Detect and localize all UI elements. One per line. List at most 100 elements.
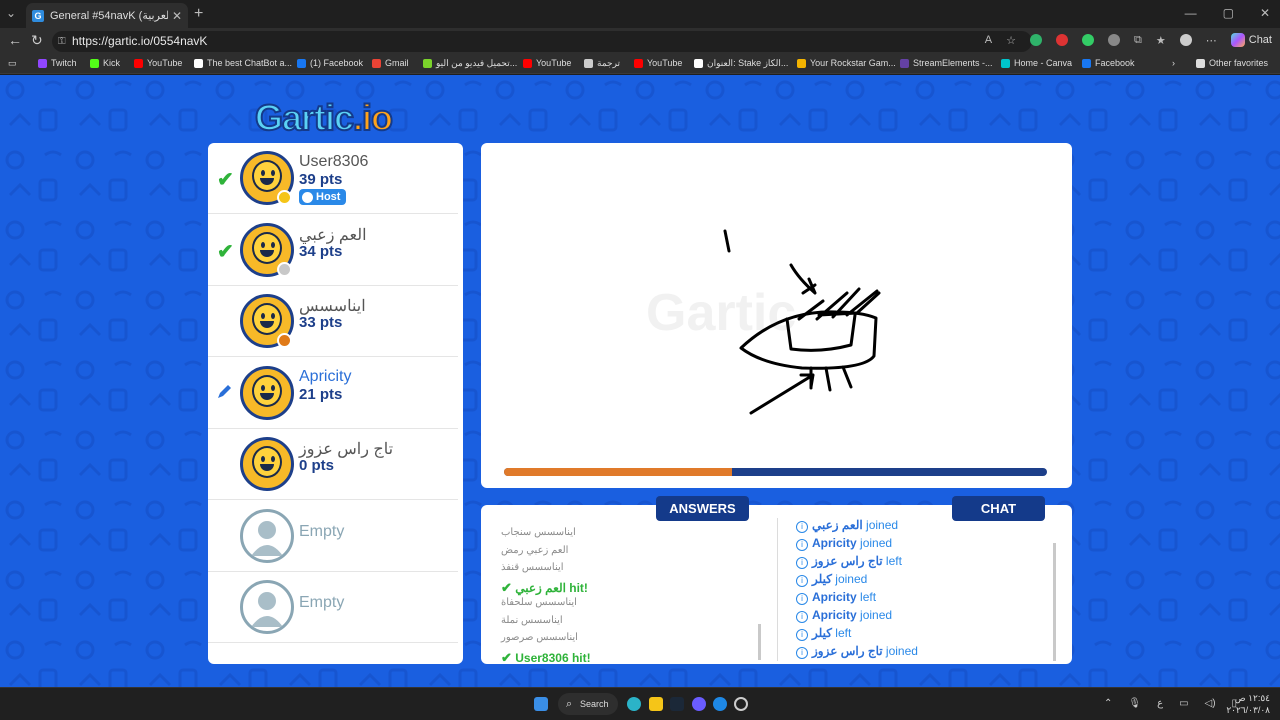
extension-green-icon[interactable] bbox=[1082, 34, 1095, 46]
start-icon[interactable] bbox=[534, 697, 548, 711]
extension-red-icon[interactable] bbox=[1056, 34, 1069, 46]
bookmark-item[interactable]: Gmail bbox=[372, 58, 409, 68]
player-row[interactable]: Empty bbox=[208, 572, 458, 643]
chat-action: joined bbox=[885, 644, 918, 658]
drawing-canvas[interactable]: Gartic bbox=[481, 143, 1072, 488]
bookmark-label: YouTube bbox=[647, 58, 683, 68]
clock[interactable]: ١٢:٥٤ ص ٢٠٢٦/٠٣/٠٨ bbox=[1226, 692, 1270, 716]
more-menu-icon[interactable]: ⋯ bbox=[1206, 34, 1217, 47]
bookmark-item[interactable]: (1) Facebook bbox=[297, 58, 363, 68]
address-toolbar: ← ↻ ⚿ https://gartic.io/0554navK A ☆ ⧉ ★… bbox=[0, 28, 1280, 54]
answer-item: ايناسسس قنفذ bbox=[501, 562, 564, 573]
bookmark-label: Twitch bbox=[51, 58, 77, 68]
extensions-puzzle-icon[interactable]: ⧉ bbox=[1134, 34, 1142, 47]
bookmark-item[interactable]: YouTube bbox=[523, 58, 571, 68]
discord-icon[interactable] bbox=[692, 697, 706, 711]
sidebar-toggle-icon[interactable]: ▭ bbox=[8, 58, 17, 69]
file-explorer-icon[interactable] bbox=[649, 697, 663, 711]
bookmark-item[interactable]: YouTube bbox=[634, 58, 682, 68]
new-tab-button[interactable]: + bbox=[194, 5, 203, 23]
bookmark-label: Your Rockstar Gam... bbox=[810, 58, 896, 68]
answer-text: ايناسسس قنفذ bbox=[501, 562, 564, 573]
bookmark-item[interactable]: Home - Canva bbox=[1001, 58, 1072, 68]
player-points: 0 pts bbox=[299, 457, 335, 474]
panel-divider bbox=[777, 518, 778, 661]
toolbar-icons: A ☆ ⧉ ★ ⋯ Chat bbox=[985, 33, 1272, 47]
bookmark-favicon-icon bbox=[194, 58, 203, 68]
bookmark-item[interactable]: Your Rockstar Gam... bbox=[797, 58, 896, 68]
player-row[interactable]: Empty bbox=[208, 501, 458, 572]
site-info-icon[interactable]: ⚿ bbox=[58, 31, 66, 52]
other-favorites[interactable]: Other favorites bbox=[1195, 58, 1268, 68]
read-aloud-icon[interactable]: A bbox=[985, 34, 992, 46]
url-bar[interactable]: ⚿ https://gartic.io/0554navK bbox=[52, 31, 1032, 52]
answer-item: العم زعبي رمض bbox=[501, 545, 568, 556]
player-row[interactable]: ✔ User8306 39 pts Host bbox=[208, 143, 458, 214]
chat-user: Apricity bbox=[812, 608, 857, 622]
favorite-star-icon[interactable]: ☆ bbox=[1006, 34, 1016, 47]
bookmark-item[interactable]: Twitch bbox=[38, 58, 77, 68]
volume-icon[interactable]: ◁) bbox=[1205, 698, 1216, 709]
edge-icon[interactable] bbox=[627, 697, 641, 711]
close-window-button[interactable]: ✕ bbox=[1260, 6, 1270, 20]
info-icon: i bbox=[796, 593, 808, 605]
info-icon: i bbox=[796, 557, 808, 569]
bookmark-item[interactable]: Kick bbox=[90, 58, 120, 68]
bookmark-label: The best ChatBot a... bbox=[207, 58, 293, 68]
bookmark-favicon-icon bbox=[634, 58, 643, 68]
bookmark-label: Gmail bbox=[385, 58, 409, 68]
info-icon: i bbox=[796, 539, 808, 551]
bookmark-item[interactable]: YouTube bbox=[134, 58, 182, 68]
player-row[interactable]: ✔ العم زعبي 34 pts bbox=[208, 215, 458, 286]
steam-icon[interactable] bbox=[670, 697, 684, 711]
browser-tab-bar: ⌄ G General #54navK (العربية) - Gartic ✕… bbox=[0, 0, 1280, 28]
favorites-icon[interactable]: ★ bbox=[1156, 34, 1166, 47]
bookmark-item[interactable]: تحميل فيديو من اليو... bbox=[423, 58, 517, 69]
app-icon[interactable] bbox=[734, 697, 748, 711]
bookmark-item[interactable]: العنوان: Stake الكاز... bbox=[694, 58, 788, 69]
player-name: Empty bbox=[299, 594, 345, 611]
input-language[interactable]: ع bbox=[1157, 698, 1163, 709]
player-row[interactable]: Apricity 21 pts bbox=[208, 358, 458, 429]
bookmark-favicon-icon bbox=[423, 59, 432, 68]
refresh-icon[interactable]: ↻ bbox=[31, 32, 43, 49]
telegram-icon[interactable] bbox=[713, 697, 727, 711]
profile-avatar-icon[interactable] bbox=[1179, 34, 1192, 46]
info-icon: i bbox=[796, 575, 808, 587]
bookmarks-overflow-icon[interactable]: › bbox=[1172, 58, 1175, 68]
extension-shield-icon[interactable] bbox=[1030, 34, 1043, 46]
network-icon[interactable]: ▭ bbox=[1179, 698, 1188, 709]
bookmark-item[interactable]: StreamElements -... bbox=[900, 58, 993, 68]
bookmark-item[interactable]: Facebook bbox=[1082, 58, 1135, 68]
chat-user: Apricity bbox=[812, 536, 857, 550]
folder-icon bbox=[1195, 58, 1205, 68]
microphone-icon[interactable]: 🎙 bbox=[1128, 698, 1141, 709]
host-label: Host bbox=[316, 191, 341, 203]
extension-gray-icon[interactable] bbox=[1108, 34, 1121, 46]
chat-label: Chat bbox=[1248, 34, 1272, 46]
browser-tab-gartic[interactable]: G General #54navK (العربية) - Gartic ✕ bbox=[26, 3, 188, 28]
bookmark-item[interactable]: The best ChatBot a... bbox=[194, 58, 292, 68]
player-row[interactable]: تاج راس عزوز 0 pts bbox=[208, 429, 458, 500]
maximize-button[interactable]: ▢ bbox=[1223, 6, 1234, 20]
bookmark-label: Home - Canva bbox=[1014, 58, 1073, 68]
answers-scrollbar[interactable] bbox=[758, 624, 761, 660]
chat-action: left bbox=[835, 626, 852, 640]
chat-scrollbar[interactable] bbox=[1053, 543, 1056, 661]
tab-list-icon[interactable]: ⌄ bbox=[6, 6, 16, 20]
minimize-button[interactable]: — bbox=[1185, 6, 1197, 20]
info-icon: i bbox=[796, 521, 808, 533]
chat-user: العم زعبي bbox=[812, 518, 863, 532]
chat-tab[interactable]: CHAT bbox=[952, 496, 1045, 521]
player-row[interactable]: ايناسسس 33 pts bbox=[208, 286, 458, 357]
tray-overflow-icon[interactable]: ⌃ bbox=[1104, 698, 1112, 709]
answers-tab[interactable]: ANSWERS bbox=[656, 496, 749, 521]
chat-action: joined bbox=[860, 536, 893, 550]
back-icon[interactable]: ← bbox=[8, 32, 22, 48]
chat-message: i Apricity left bbox=[796, 590, 876, 605]
bookmark-item[interactable]: ترجمة bbox=[584, 58, 620, 69]
tab-close-icon[interactable]: ✕ bbox=[172, 9, 182, 23]
taskbar-search[interactable]: ⌕ Search bbox=[558, 693, 618, 715]
copilot-chat-button[interactable]: Chat bbox=[1230, 33, 1272, 47]
bookmark-favicon-icon bbox=[38, 58, 47, 68]
